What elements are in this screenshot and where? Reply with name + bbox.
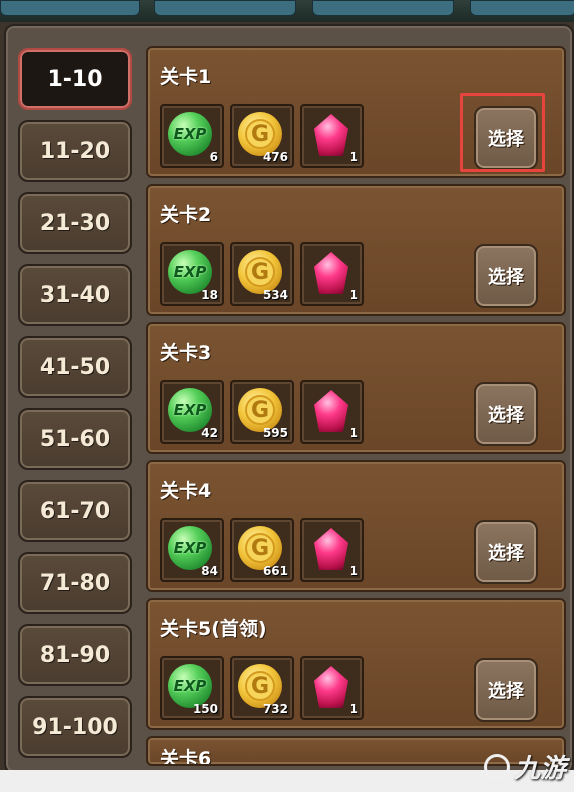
range-button-51-60[interactable]: 51-60 bbox=[18, 408, 132, 470]
reward-quantity: 1 bbox=[349, 150, 358, 164]
reward-quantity: 1 bbox=[349, 426, 358, 440]
range-button-1-10[interactable]: 1-10 bbox=[18, 48, 132, 110]
reward-slot-gold[interactable]: G 595 bbox=[230, 380, 294, 444]
reward-quantity: 150 bbox=[192, 702, 218, 716]
exp-orb-icon: EXP bbox=[168, 112, 212, 156]
reward-quantity: 476 bbox=[262, 150, 288, 164]
reward-quantity: 595 bbox=[262, 426, 288, 440]
level-card-3: 关卡3 EXP 42 G 595 1 选择 bbox=[146, 322, 566, 454]
range-button-61-70[interactable]: 61-70 bbox=[18, 480, 132, 542]
reward-quantity: 534 bbox=[262, 288, 288, 302]
range-button-91-100[interactable]: 91-100 bbox=[18, 696, 132, 758]
range-button-41-50[interactable]: 41-50 bbox=[18, 336, 132, 398]
range-button-71-80[interactable]: 71-80 bbox=[18, 552, 132, 614]
reward-slot-gem[interactable]: 1 bbox=[300, 518, 364, 582]
top-tab[interactable] bbox=[470, 0, 574, 16]
reward-quantity: 84 bbox=[201, 564, 218, 578]
reward-quantity: 6 bbox=[209, 150, 218, 164]
reward-slot-gold[interactable]: G 732 bbox=[230, 656, 294, 720]
reward-quantity: 18 bbox=[201, 288, 218, 302]
select-button[interactable]: 选择 bbox=[474, 658, 538, 722]
watermark-text: 九游 bbox=[514, 754, 567, 784]
red-gem-icon bbox=[314, 114, 348, 156]
coin-glyph: G bbox=[245, 119, 275, 149]
reward-quantity: 661 bbox=[262, 564, 288, 578]
coin-glyph: G bbox=[245, 257, 275, 287]
level-card-5: 关卡5(首领) EXP 150 G 732 1 选择 bbox=[146, 598, 566, 730]
level-card-2: 关卡2 EXP 18 G 534 1 选择 bbox=[146, 184, 566, 316]
reward-slot-gem[interactable]: 1 bbox=[300, 380, 364, 444]
level-title: 关卡1 bbox=[160, 66, 212, 88]
reward-slot-exp[interactable]: EXP 18 bbox=[160, 242, 224, 306]
watermark: 九游 bbox=[484, 748, 566, 785]
top-tab[interactable] bbox=[312, 0, 454, 16]
range-button-21-30[interactable]: 21-30 bbox=[18, 192, 132, 254]
level-title: 关卡4 bbox=[160, 480, 212, 502]
reward-slot-exp[interactable]: EXP 42 bbox=[160, 380, 224, 444]
top-tab[interactable] bbox=[0, 0, 140, 16]
coin-glyph: G bbox=[245, 533, 275, 563]
reward-slot-gem[interactable]: 1 bbox=[300, 656, 364, 720]
reward-slot-gold[interactable]: G 534 bbox=[230, 242, 294, 306]
range-button-81-90[interactable]: 81-90 bbox=[18, 624, 132, 686]
range-button-31-40[interactable]: 31-40 bbox=[18, 264, 132, 326]
red-gem-icon bbox=[314, 252, 348, 294]
reward-quantity: 732 bbox=[262, 702, 288, 716]
level-title: 关卡2 bbox=[160, 204, 212, 226]
red-gem-icon bbox=[314, 666, 348, 708]
reward-slot-exp[interactable]: EXP 150 bbox=[160, 656, 224, 720]
select-button[interactable]: 选择 bbox=[474, 244, 538, 308]
reward-slot-gem[interactable]: 1 bbox=[300, 242, 364, 306]
level-title: 关卡3 bbox=[160, 342, 212, 364]
select-button[interactable]: 选择 bbox=[474, 520, 538, 584]
reward-slot-exp[interactable]: EXP 84 bbox=[160, 518, 224, 582]
red-gem-icon bbox=[314, 528, 348, 570]
reward-slot-exp[interactable]: EXP 6 bbox=[160, 104, 224, 168]
range-button-11-20[interactable]: 11-20 bbox=[18, 120, 132, 182]
top-tab[interactable] bbox=[154, 0, 296, 16]
select-button[interactable]: 选择 bbox=[474, 382, 538, 446]
top-strip bbox=[0, 0, 574, 22]
select-highlight-box bbox=[460, 93, 545, 172]
level-card-4: 关卡4 EXP 84 G 661 1 选择 bbox=[146, 460, 566, 592]
level-title: 关卡6 bbox=[160, 748, 212, 766]
red-gem-icon bbox=[314, 390, 348, 432]
reward-quantity: 1 bbox=[349, 564, 358, 578]
reward-quantity: 1 bbox=[349, 288, 358, 302]
reward-slot-gem[interactable]: 1 bbox=[300, 104, 364, 168]
level-title: 关卡5(首领) bbox=[160, 618, 267, 640]
reward-slot-gold[interactable]: G 661 bbox=[230, 518, 294, 582]
coin-glyph: G bbox=[245, 395, 275, 425]
reward-quantity: 42 bbox=[201, 426, 218, 440]
logo-icon bbox=[484, 753, 510, 780]
coin-glyph: G bbox=[245, 671, 275, 701]
reward-quantity: 1 bbox=[349, 702, 358, 716]
reward-slot-gold[interactable]: G 476 bbox=[230, 104, 294, 168]
